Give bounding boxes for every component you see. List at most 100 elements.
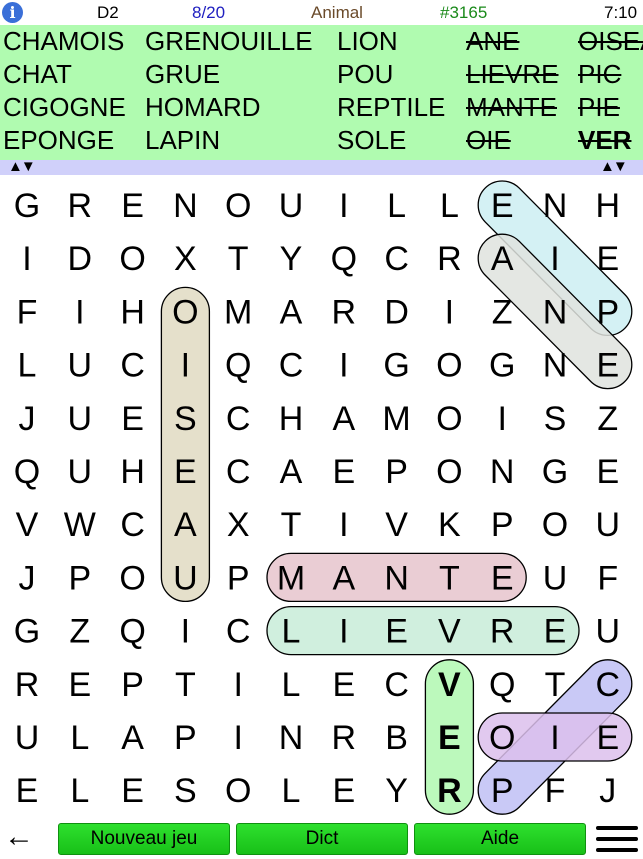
grid-cell[interactable]: L bbox=[440, 187, 459, 225]
grid-cell[interactable]: C bbox=[226, 400, 251, 438]
grid-cell[interactable]: U bbox=[173, 559, 198, 597]
grid-cell[interactable]: V bbox=[16, 506, 39, 544]
grid-cell[interactable]: S bbox=[174, 400, 197, 438]
grid-cell[interactable]: S bbox=[174, 772, 197, 810]
grid-cell[interactable]: R bbox=[15, 666, 40, 704]
grid-cell[interactable]: L bbox=[70, 719, 89, 757]
grid-cell[interactable]: V bbox=[438, 613, 461, 651]
grid-cell[interactable]: A bbox=[491, 240, 514, 278]
grid-cell[interactable]: I bbox=[181, 347, 190, 385]
grid-cell[interactable]: P bbox=[68, 559, 91, 597]
grid-cell[interactable]: O bbox=[436, 347, 462, 385]
word-item[interactable]: GRUE bbox=[145, 58, 220, 91]
grid-cell[interactable]: N bbox=[543, 347, 568, 385]
grid-cell[interactable]: E bbox=[121, 187, 144, 225]
grid-cell[interactable]: Q bbox=[489, 666, 515, 704]
grid-cell[interactable]: T bbox=[545, 666, 566, 704]
grid-cell[interactable]: V bbox=[438, 666, 461, 704]
grid-cell[interactable]: E bbox=[332, 453, 355, 491]
word-item[interactable]: EPONGE bbox=[3, 124, 114, 157]
grid-cell[interactable]: U bbox=[68, 400, 93, 438]
grid-cell[interactable]: J bbox=[599, 772, 616, 810]
scroll-arrows-left-icon[interactable]: ▲▼ bbox=[8, 158, 36, 176]
grid-cell[interactable]: N bbox=[543, 187, 568, 225]
word-item[interactable]: OIE bbox=[466, 124, 511, 157]
grid-cell[interactable]: N bbox=[490, 453, 515, 491]
word-item[interactable]: LION bbox=[337, 25, 398, 58]
grid-cell[interactable]: X bbox=[174, 240, 197, 278]
grid-cell[interactable]: K bbox=[438, 506, 461, 544]
grid-cell[interactable]: I bbox=[233, 719, 242, 757]
grid-cell[interactable]: I bbox=[550, 240, 559, 278]
grid-cell[interactable]: Y bbox=[280, 240, 303, 278]
grid-cell[interactable]: R bbox=[332, 293, 357, 331]
grid-cell[interactable]: O bbox=[489, 719, 515, 757]
grid-cell[interactable]: H bbox=[120, 453, 145, 491]
arrow-left-icon[interactable]: ← bbox=[4, 822, 34, 852]
grid-cell[interactable]: E bbox=[174, 453, 197, 491]
grid-cell[interactable]: T bbox=[228, 240, 249, 278]
grid-cell[interactable]: C bbox=[120, 347, 145, 385]
grid-cell[interactable]: E bbox=[68, 666, 91, 704]
grid-cell[interactable]: E bbox=[596, 719, 619, 757]
grid-cell[interactable]: U bbox=[68, 347, 93, 385]
grid-cell[interactable]: C bbox=[120, 506, 145, 544]
scroll-arrows-right-icon[interactable]: ▲▼ bbox=[600, 158, 628, 176]
grid-cell[interactable]: I bbox=[339, 347, 348, 385]
grid-cell[interactable]: I bbox=[233, 666, 242, 704]
info-icon[interactable]: i bbox=[2, 2, 23, 23]
grid-cell[interactable]: L bbox=[387, 187, 406, 225]
grid-cell[interactable]: J bbox=[19, 400, 36, 438]
grid-cell[interactable]: Q bbox=[14, 453, 40, 491]
grid-cell[interactable]: X bbox=[227, 506, 250, 544]
word-item[interactable]: ANE bbox=[466, 25, 519, 58]
grid-cell[interactable]: Q bbox=[331, 240, 357, 278]
grid-cell[interactable]: O bbox=[225, 187, 251, 225]
grid-cell[interactable]: J bbox=[19, 559, 36, 597]
grid-cell[interactable]: E bbox=[438, 719, 461, 757]
grid-cell[interactable]: P bbox=[174, 719, 197, 757]
grid-cell[interactable]: E bbox=[332, 772, 355, 810]
grid-cell[interactable]: P bbox=[491, 772, 514, 810]
grid-cell[interactable]: E bbox=[16, 772, 39, 810]
grid-cell[interactable]: G bbox=[14, 187, 40, 225]
word-item[interactable]: CIGOGNE bbox=[3, 91, 126, 124]
grid-cell[interactable]: G bbox=[14, 613, 40, 651]
grid-cell[interactable]: I bbox=[339, 187, 348, 225]
grid-cell[interactable]: E bbox=[544, 613, 567, 651]
grid-cell[interactable]: W bbox=[64, 506, 96, 544]
grid-cell[interactable]: G bbox=[383, 347, 409, 385]
grid-cell[interactable]: C bbox=[279, 347, 304, 385]
grid-cell[interactable]: C bbox=[226, 453, 251, 491]
grid-cell[interactable]: U bbox=[596, 506, 621, 544]
grid-cell[interactable]: U bbox=[15, 719, 40, 757]
grid-cell[interactable]: T bbox=[281, 506, 302, 544]
grid-cell[interactable]: U bbox=[68, 453, 93, 491]
word-item[interactable]: LIEVRE bbox=[466, 58, 559, 91]
grid-cell[interactable]: D bbox=[384, 293, 409, 331]
grid-cell[interactable]: L bbox=[282, 666, 301, 704]
grid-cell[interactable]: P bbox=[227, 559, 250, 597]
word-item[interactable]: SOLE bbox=[337, 124, 406, 157]
word-item[interactable]: GRENOUILLE bbox=[145, 25, 313, 58]
grid-cell[interactable]: S bbox=[544, 400, 567, 438]
grid-cell[interactable]: O bbox=[436, 453, 462, 491]
word-item[interactable]: LAPIN bbox=[145, 124, 220, 157]
grid-cell[interactable]: P bbox=[491, 506, 514, 544]
hamburger-menu-icon[interactable] bbox=[596, 826, 638, 859]
grid-cell[interactable]: T bbox=[439, 559, 460, 597]
grid-cell[interactable]: O bbox=[119, 240, 145, 278]
grid-cell[interactable]: I bbox=[339, 613, 348, 651]
word-item[interactable]: VER bbox=[578, 124, 631, 157]
grid-cell[interactable]: U bbox=[279, 187, 304, 225]
grid-cell[interactable]: R bbox=[437, 240, 462, 278]
grid-cell[interactable]: R bbox=[437, 772, 462, 810]
grid-cell[interactable]: H bbox=[279, 400, 304, 438]
grid-cell[interactable]: I bbox=[181, 613, 190, 651]
help-button[interactable]: Aide bbox=[414, 823, 586, 855]
grid-cell[interactable]: C bbox=[226, 613, 251, 651]
grid-cell[interactable]: A bbox=[280, 293, 303, 331]
grid-cell[interactable]: M bbox=[277, 559, 305, 597]
grid-cell[interactable]: P bbox=[121, 666, 144, 704]
grid-cell[interactable]: B bbox=[385, 719, 408, 757]
